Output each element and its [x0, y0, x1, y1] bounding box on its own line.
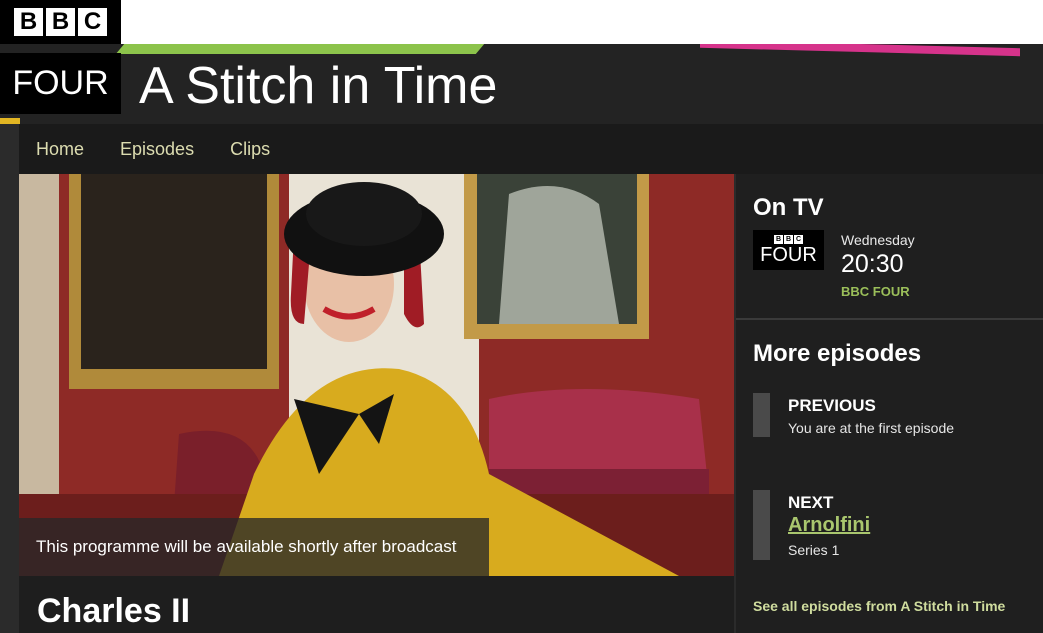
previous-label: PREVIOUS — [788, 396, 876, 415]
next-episode-link[interactable]: Arnolfini — [788, 514, 870, 537]
broadcast-day: Wednesday — [841, 232, 915, 248]
nav-item-home[interactable]: Home — [36, 139, 84, 160]
next-episode-marker — [753, 490, 770, 560]
bbc-logo[interactable]: B B C — [0, 0, 121, 44]
page-title: A Stitch in Time — [139, 57, 498, 115]
broadcast-channel[interactable]: BBC FOUR — [841, 284, 910, 299]
hero-image[interactable]: This programme will be available shortly… — [19, 174, 734, 576]
episode-title: Charles II — [37, 592, 191, 630]
channel-logo-letter-c: C — [794, 235, 803, 244]
channel-logo[interactable]: B B C FOUR — [753, 230, 824, 270]
channel-logo-letter-b1: B — [774, 235, 783, 244]
bbc-four-logo[interactable]: FOUR — [0, 53, 121, 114]
next-episode-series: Series 1 — [788, 542, 840, 558]
broadcast-time: 20:30 — [841, 250, 904, 278]
previous-episode-text: You are at the first episode — [788, 420, 955, 436]
channel-logo-bbc-mark: B B C — [774, 235, 803, 244]
decorative-stripe-yellow — [0, 118, 20, 124]
bbc-logo-letter-b2: B — [46, 8, 75, 36]
nav-item-clips[interactable]: Clips — [230, 139, 270, 160]
presenter-photo — [19, 174, 734, 576]
nav-item-episodes[interactable]: Episodes — [120, 139, 194, 160]
channel-logo-word: FOUR — [760, 244, 817, 266]
on-tv-heading: On TV — [753, 194, 824, 221]
sidebar-divider — [736, 318, 1043, 320]
more-episodes-heading: More episodes — [753, 340, 922, 367]
bbc-logo-letter-b1: B — [14, 8, 43, 36]
bbc-logo-letter-c: C — [78, 8, 107, 36]
availability-notice: This programme will be available shortly… — [19, 518, 489, 576]
episode-title-bar: Charles II — [19, 576, 734, 633]
see-all-episodes-link[interactable]: See all episodes from A Stitch in Time — [753, 598, 1005, 614]
decorative-stripe-green — [115, 44, 485, 54]
bbc-top-bar: B B C — [0, 0, 1043, 44]
channel-logo-letter-b2: B — [784, 235, 793, 244]
previous-episode-marker — [753, 393, 770, 437]
next-label: NEXT — [788, 493, 834, 512]
decorative-stripe-pink — [700, 44, 1020, 57]
programme-nav: Home Episodes Clips — [19, 124, 1043, 174]
sidebar: On TV B B C FOUR Wednesday 20:30 BBC FOU… — [736, 174, 1043, 633]
